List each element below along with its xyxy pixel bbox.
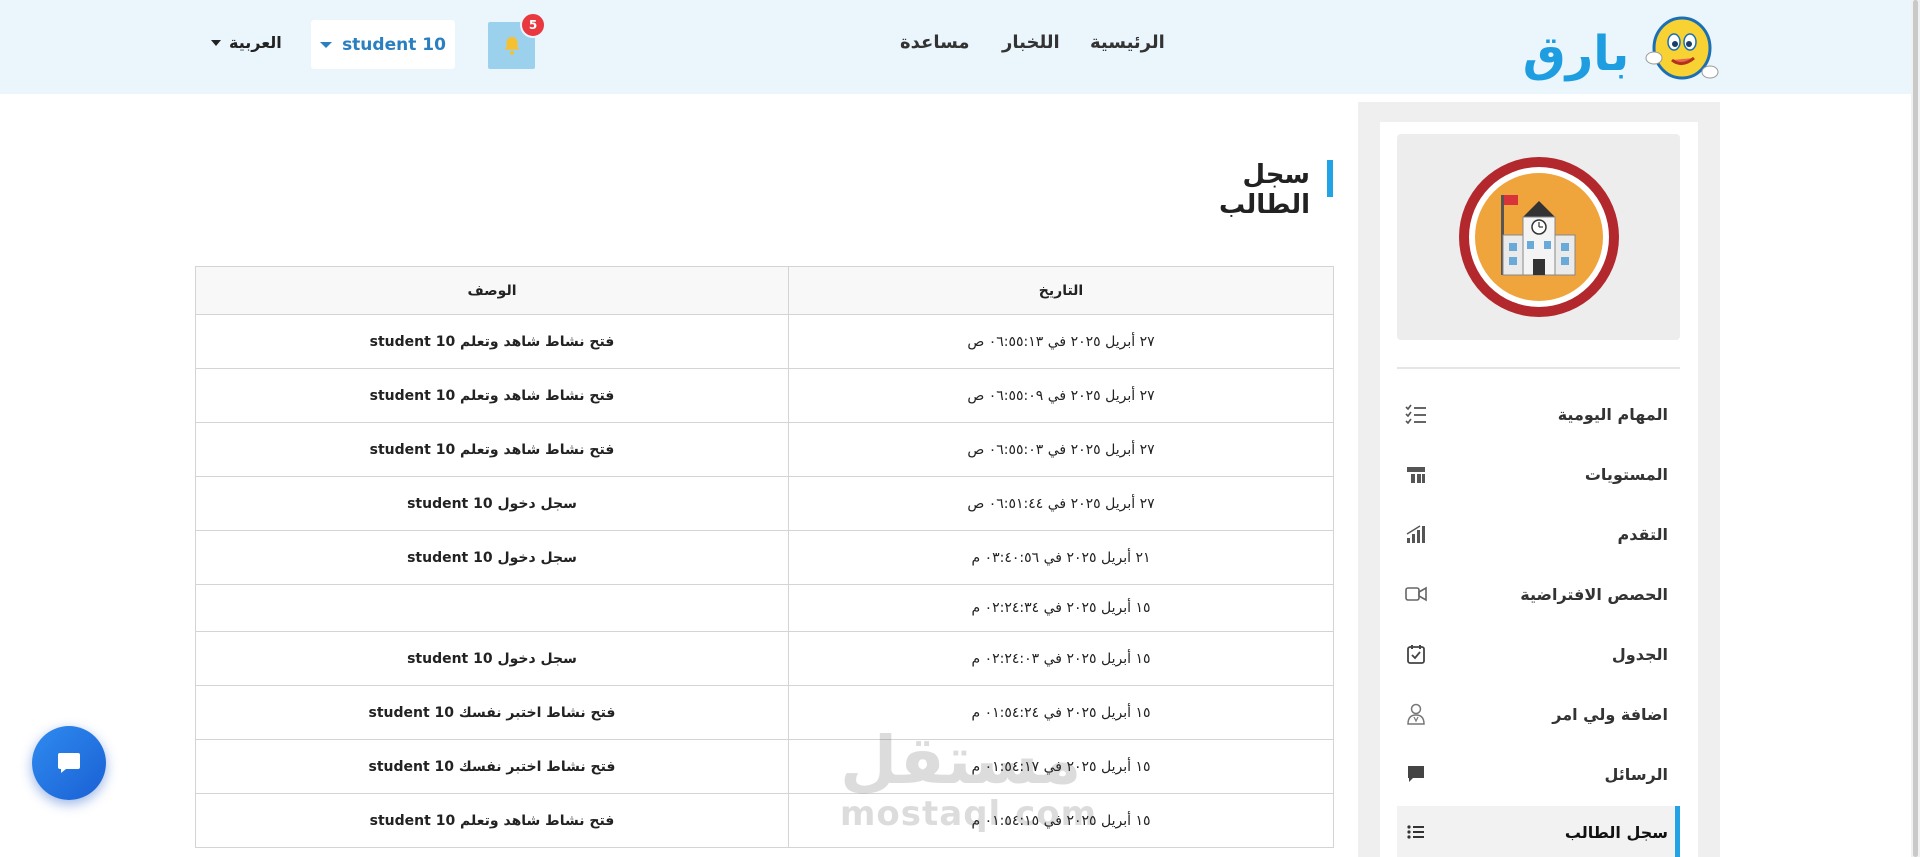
sidebar-item-label: الحصص الافتراضية xyxy=(1520,584,1668,604)
cell-date: ١٥ أبريل ٢٠٢٥ في ٠٢:٢٤:٠٣ م xyxy=(788,631,1334,686)
user-name: student 10 xyxy=(342,34,446,55)
cell-description: فتح نشاط شاهد وتعلم student 10 xyxy=(195,314,789,369)
table-row: ١٥ أبريل ٢٠٢٥ في ٠٢:٢٤:٠٣ م سجل دخول stu… xyxy=(195,631,1334,686)
guardian-user-icon xyxy=(1403,701,1429,727)
checklist-icon xyxy=(1403,401,1429,427)
school-avatar-card xyxy=(1397,134,1680,340)
svg-text:بارق: بارق xyxy=(1523,26,1630,82)
cell-date: ١٥ أبريل ٢٠٢٥ في ٠٢:٢٤:٣٤ م xyxy=(788,584,1334,632)
notifications-badge: 5 xyxy=(520,12,546,38)
chevron-down-icon xyxy=(211,39,221,46)
cell-description: فتح نشاط شاهد وتعلم student 10 xyxy=(195,368,789,423)
cell-description: سجل دخول student 10 xyxy=(195,476,789,531)
video-camera-icon xyxy=(1403,581,1429,607)
sidebar-item-progress[interactable]: التقدم xyxy=(1397,508,1680,560)
cell-description: فتح نشاط اختبر نفسك student 10 xyxy=(195,685,789,740)
sidebar-item-virtual-classes[interactable]: الحصص الافتراضية xyxy=(1397,568,1680,620)
chat-bubble-icon xyxy=(58,753,80,773)
active-indicator xyxy=(1675,806,1680,857)
user-menu-dropdown[interactable]: student 10 xyxy=(311,20,455,69)
sidebar-item-messages[interactable]: الرسائل xyxy=(1397,748,1680,800)
sidebar-item-label: المستويات xyxy=(1584,464,1668,484)
table-row: ٢٧ أبريل ٢٠٢٥ في ٠٦:٥٥:٠٩ ص فتح نشاط شاه… xyxy=(195,368,1334,423)
sidebar-item-label: سجل الطالب xyxy=(1564,822,1668,842)
sidebar-item-label: الجدول xyxy=(1611,644,1668,664)
cell-date: ٢٧ أبريل ٢٠٢٥ في ٠٦:٥٥:١٣ ص xyxy=(788,314,1334,369)
table-row: ٢٧ أبريل ٢٠٢٥ في ٠٦:٥٥:١٣ ص فتح نشاط شاه… xyxy=(195,314,1334,369)
cell-description: فتح نشاط شاهد وتعلم student 10 xyxy=(195,793,789,848)
table-row: ١٥ أبريل ٢٠٢٥ في ٠١:٥٤:١٧ م فتح نشاط اخت… xyxy=(195,739,1334,794)
chat-button[interactable] xyxy=(32,726,106,800)
sidebar-divider xyxy=(1397,367,1680,369)
table-row: ١٥ أبريل ٢٠٢٥ في ٠١:٥٤:١٥ م فتح نشاط شاه… xyxy=(195,793,1334,848)
table-row: ١٥ أبريل ٢٠٢٥ في ٠٢:٢٤:٣٤ م xyxy=(195,584,1334,632)
calendar-check-icon xyxy=(1403,641,1429,667)
cell-date: ١٥ أبريل ٢٠٢٥ في ٠١:٥٤:١٧ م xyxy=(788,739,1334,794)
sidebar-item-daily-tasks[interactable]: المهام اليومية xyxy=(1397,388,1680,440)
column-header-date: التاريخ xyxy=(788,266,1334,315)
page-title: سجل الطالب xyxy=(1218,160,1310,220)
sidebar-item-levels[interactable]: المستويات xyxy=(1397,448,1680,500)
nav-news-link[interactable]: اللخبار xyxy=(1002,32,1060,53)
bell-icon xyxy=(504,36,519,55)
table-header-row: التاريخ الوصف xyxy=(195,266,1334,315)
table-row: ٢٧ أبريل ٢٠٢٥ في ٠٦:٥١:٤٤ ص سجل دخول stu… xyxy=(195,476,1334,531)
cell-date: ٢٧ أبريل ٢٠٢٥ في ٠٦:٥٥:٠٣ ص xyxy=(788,422,1334,477)
cell-description xyxy=(195,584,789,632)
cell-description: سجل دخول student 10 xyxy=(195,631,789,686)
sidebar-item-schedule[interactable]: الجدول xyxy=(1397,628,1680,680)
table-row: ٢١ أبريل ٢٠٢٥ في ٠٣:٤٠:٥٦ م سجل دخول stu… xyxy=(195,530,1334,585)
nav-help-link[interactable]: مساعدة xyxy=(900,32,970,53)
school-building-icon xyxy=(1458,157,1619,317)
cell-date: ٢٧ أبريل ٢٠٢٥ في ٠٦:٥١:٤٤ ص xyxy=(788,476,1334,531)
cell-date: ١٥ أبريل ٢٠٢٥ في ٠١:٥٤:٢٤ م xyxy=(788,685,1334,740)
sidebar-item-label: التقدم xyxy=(1617,524,1668,544)
table-row: ١٥ أبريل ٢٠٢٥ في ٠١:٥٤:٢٤ م فتح نشاط اخت… xyxy=(195,685,1334,740)
column-header-description: الوصف xyxy=(195,266,789,315)
cell-date: ٢٧ أبريل ٢٠٢٥ في ٠٦:٥٥:٠٩ ص xyxy=(788,368,1334,423)
cell-description: سجل دخول student 10 xyxy=(195,530,789,585)
nav-home-link[interactable]: الرئيسية xyxy=(1090,32,1165,53)
sidebar-item-student-log[interactable]: سجل الطالب xyxy=(1397,806,1680,857)
sidebar-item-label: المهام اليومية xyxy=(1557,404,1668,424)
sidebar-item-label: الرسائل xyxy=(1604,764,1668,784)
sidebar-item-label: اضافة ولي امر xyxy=(1552,704,1668,724)
cell-date: ٢١ أبريل ٢٠٢٥ في ٠٣:٤٠:٥٦ م xyxy=(788,530,1334,585)
language-dropdown[interactable]: العربية xyxy=(211,33,282,52)
logo-mascot-icon: بارق xyxy=(1523,16,1719,82)
list-icon xyxy=(1403,819,1429,845)
student-log-table: التاريخ الوصف ٢٧ أبريل ٢٠٢٥ في ٠٦:٥٥:١٣ … xyxy=(195,266,1334,848)
cell-date: ١٥ أبريل ٢٠٢٥ في ٠١:٥٤:١٥ م xyxy=(788,793,1334,848)
table-row: ٢٧ أبريل ٢٠٢٥ في ٠٦:٥٥:٠٣ ص فتح نشاط شاه… xyxy=(195,422,1334,477)
cell-description: فتح نشاط شاهد وتعلم student 10 xyxy=(195,422,789,477)
page-title-accent-bar xyxy=(1327,160,1333,197)
message-bubble-icon xyxy=(1403,761,1429,787)
progress-chart-icon xyxy=(1403,521,1429,547)
page-scrollbar-thumb[interactable] xyxy=(1913,0,1918,857)
barq-logo[interactable]: بارق xyxy=(1506,8,1722,88)
cell-description: فتح نشاط اختبر نفسك student 10 xyxy=(195,739,789,794)
top-header: بارق الرئيسية اللخبار مساعدة 5 student 1… xyxy=(0,0,1920,94)
levels-icon xyxy=(1403,461,1429,487)
sidebar-item-add-guardian[interactable]: اضافة ولي امر xyxy=(1397,688,1680,740)
language-label: العربية xyxy=(229,33,282,52)
chevron-down-icon xyxy=(320,41,333,48)
